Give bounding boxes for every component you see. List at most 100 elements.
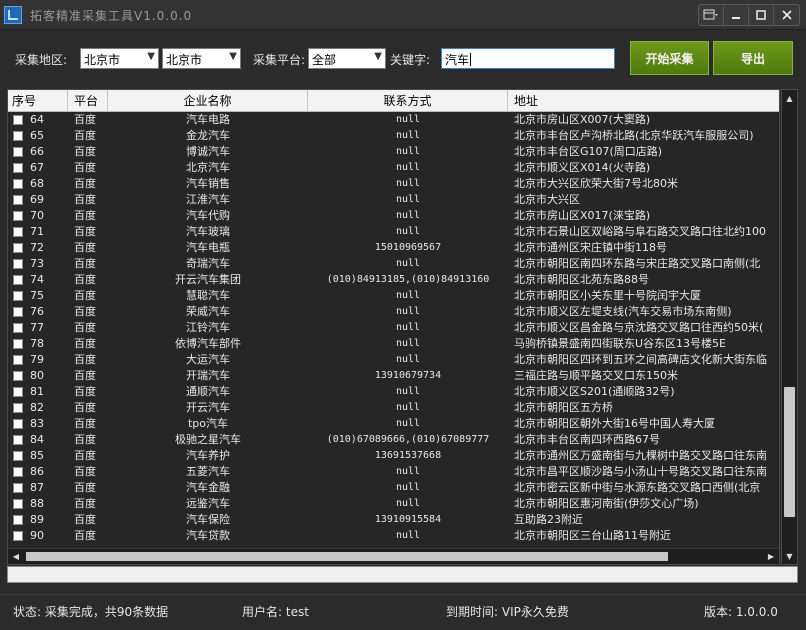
row-checkbox[interactable] xyxy=(13,483,23,493)
table-row[interactable]: 73 百度 奇瑞汽车 null 北京市朝阳区南四环东路与宋庄路交叉路口南侧(北 xyxy=(8,256,779,272)
table-row[interactable]: 89 百度 汽车保险 13910915584 互助路23附近 xyxy=(8,512,779,528)
scroll-down-icon[interactable]: ▼ xyxy=(782,548,797,564)
column-header-name[interactable]: 企业名称 xyxy=(108,90,308,112)
row-address: 北京市朝阳区三台山路11号附近 xyxy=(514,529,671,542)
row-checkbox[interactable] xyxy=(13,387,23,397)
row-checkbox[interactable] xyxy=(13,515,23,525)
platform-select[interactable]: 全部 ▼ xyxy=(308,48,386,69)
table-row[interactable]: 81 百度 通顺汽车 null 北京市顺义区S201(通顺路32号) xyxy=(8,384,779,400)
collection-progress-bar xyxy=(7,566,798,583)
row-checkbox[interactable] xyxy=(13,179,23,189)
vertical-scroll-track[interactable] xyxy=(784,106,795,548)
row-checkbox[interactable] xyxy=(13,499,23,509)
vertical-scroll-thumb[interactable] xyxy=(784,387,795,517)
table-row[interactable]: 82 百度 开云汽车 null 北京市朝阳区五方桥 xyxy=(8,400,779,416)
table-row[interactable]: 74 百度 开云汽车集团 (010)84913185,(010)84913160 北京市… xyxy=(8,272,779,288)
table-row[interactable]: 64 百度 汽车电路 null 北京市房山区X007(大窦路) xyxy=(8,112,779,128)
column-header-platform[interactable]: 平台 xyxy=(68,90,108,112)
table-row[interactable]: 70 百度 汽车代购 null 北京市房山区X017(涞宝路) xyxy=(8,208,779,224)
table-row[interactable]: 65 百度 金龙汽车 null 北京市丰台区卢沟桥北路(北京华跃汽车服服公司) xyxy=(8,128,779,144)
row-checkbox[interactable] xyxy=(13,339,23,349)
row-checkbox[interactable] xyxy=(13,115,23,125)
table-row[interactable]: 78 百度 依博汽车部件 null 马驹桥镇景盛南四街联东U谷东区13号楼5E xyxy=(8,336,779,352)
row-contact: null xyxy=(395,226,421,237)
table-row[interactable]: 72 百度 汽车电瓶 15010969567 北京市通州区宋庄镇中街118号 xyxy=(8,240,779,256)
horizontal-scrollbar[interactable]: ◀ ▶ xyxy=(8,548,779,564)
row-checkbox[interactable] xyxy=(13,371,23,381)
row-checkbox[interactable] xyxy=(13,307,23,317)
start-collect-button[interactable]: 开始采集 xyxy=(630,41,709,75)
row-checkbox[interactable] xyxy=(13,275,23,285)
row-company-name: 慧聪汽车 xyxy=(186,289,230,302)
row-checkbox[interactable] xyxy=(13,227,23,237)
row-checkbox[interactable] xyxy=(13,131,23,141)
table-row[interactable]: 85 百度 汽车养护 13691537668 北京市通州区万盛南街与九棵树中路交叉路口往… xyxy=(8,448,779,464)
city-value: 北京市 xyxy=(166,53,203,67)
row-company-name: 江淮汽车 xyxy=(186,193,230,206)
table-row[interactable]: 77 百度 江铃汽车 null 北京市顺义区昌金路与京沈路交叉路口往西约50米( xyxy=(8,320,779,336)
row-checkbox[interactable] xyxy=(13,211,23,221)
row-checkbox[interactable] xyxy=(13,243,23,253)
row-checkbox[interactable] xyxy=(13,291,23,301)
row-company-name: 汽车玻璃 xyxy=(186,225,230,238)
table-row[interactable]: 66 百度 博诚汽车 null 北京市丰台区G107(周口店路) xyxy=(8,144,779,160)
row-checkbox[interactable] xyxy=(13,323,23,333)
table-row[interactable]: 71 百度 汽车玻璃 null 北京市石景山区双峪路与阜石路交叉路口往北约100 xyxy=(8,224,779,240)
row-address: 北京市丰台区G107(周口店路) xyxy=(514,145,663,158)
row-number: 69 xyxy=(30,193,44,206)
results-table[interactable]: 序号 平台 企业名称 联系方式 地址 64 百度 汽车电路 null 北京市房山区X00… xyxy=(7,89,780,565)
keyword-value: 汽车 xyxy=(445,53,470,67)
maximize-icon[interactable] xyxy=(749,5,774,25)
column-header-no[interactable]: 序号 xyxy=(8,90,68,112)
table-row[interactable]: 88 百度 远鉴汽车 null 北京市朝阳区惠河南街(伊莎文心广场) xyxy=(8,496,779,512)
table-row[interactable]: 90 百度 汽车贷款 null 北京市朝阳区三台山路11号附近 xyxy=(8,528,779,544)
table-row[interactable]: 76 百度 荣威汽车 null 北京市顺义区左堤支线(汽车交易市场东南侧) xyxy=(8,304,779,320)
row-checkbox[interactable] xyxy=(13,163,23,173)
table-row[interactable]: 84 百度 极驰之星汽车 (010)67089666,(010)67089777 北京市… xyxy=(8,432,779,448)
scroll-up-icon[interactable]: ▲ xyxy=(782,90,797,106)
row-address: 北京市房山区X007(大窦路) xyxy=(514,113,651,126)
vertical-scrollbar[interactable]: ▲ ▼ xyxy=(781,89,798,565)
row-checkbox[interactable] xyxy=(13,451,23,461)
row-address: 北京市朝阳区四环到五环之间高碑店文化新大街东临 xyxy=(514,353,767,366)
row-checkbox[interactable] xyxy=(13,355,23,365)
table-row[interactable]: 80 百度 开瑞汽车 13910679734 三福庄路与顺平路交叉口东150米 xyxy=(8,368,779,384)
keyword-input[interactable]: 汽车 xyxy=(441,48,615,69)
column-header-address[interactable]: 地址 xyxy=(508,90,779,112)
row-contact: null xyxy=(395,402,421,413)
province-select[interactable]: 北京市 ▼ xyxy=(80,48,159,69)
column-header-contact[interactable]: 联系方式 xyxy=(308,90,508,112)
table-row[interactable]: 75 百度 慧聪汽车 null 北京市朝阳区小关东里十号院闰宇大厦 xyxy=(8,288,779,304)
table-row[interactable]: 69 百度 江淮汽车 null 北京市大兴区 xyxy=(8,192,779,208)
row-number: 90 xyxy=(30,529,44,542)
export-button[interactable]: 导出 xyxy=(713,41,793,75)
row-checkbox[interactable] xyxy=(13,435,23,445)
close-icon[interactable] xyxy=(774,5,799,25)
row-checkbox[interactable] xyxy=(13,195,23,205)
row-checkbox[interactable] xyxy=(13,419,23,429)
row-checkbox[interactable] xyxy=(13,403,23,413)
horizontal-scroll-thumb[interactable] xyxy=(26,552,668,561)
table-row[interactable]: 79 百度 大运汽车 null 北京市朝阳区四环到五环之间高碑店文化新大街东临 xyxy=(8,352,779,368)
scroll-right-icon[interactable]: ▶ xyxy=(763,549,779,564)
row-checkbox[interactable] xyxy=(13,467,23,477)
table-row[interactable]: 83 百度 tpo汽车 null 北京市朝阳区朝外大街16号中国人寿大厦 xyxy=(8,416,779,432)
minimize-icon[interactable] xyxy=(724,5,749,25)
row-checkbox[interactable] xyxy=(13,531,23,541)
table-row[interactable]: 86 百度 五菱汽车 null 北京市昌平区顺沙路与小汤山十号路交叉路口往东南 xyxy=(8,464,779,480)
row-address: 互助路23附近 xyxy=(514,513,583,526)
city-select[interactable]: 北京市 ▼ xyxy=(162,48,241,69)
title-bar: 拓客精准采集工具V1.0.0.0 xyxy=(0,0,806,30)
table-row[interactable]: 87 百度 汽车金融 null 北京市密云区新中街与水源东路交叉路口西侧(北京 xyxy=(8,480,779,496)
row-contact: null xyxy=(395,146,421,157)
window-title: 拓客精准采集工具V1.0.0.0 xyxy=(30,9,193,23)
row-checkbox[interactable] xyxy=(13,147,23,157)
table-row[interactable]: 68 百度 汽车销售 null 北京市大兴区欣荣大街7号北80米 xyxy=(8,176,779,192)
row-number: 72 xyxy=(30,241,44,254)
menu-icon[interactable] xyxy=(699,5,724,25)
row-contact: null xyxy=(395,466,421,477)
row-company-name: 开瑞汽车 xyxy=(186,369,230,382)
row-checkbox[interactable] xyxy=(13,259,23,269)
table-row[interactable]: 67 百度 北京汽车 null 北京市顺义区X014(火寺路) xyxy=(8,160,779,176)
scroll-left-icon[interactable]: ◀ xyxy=(8,549,24,564)
